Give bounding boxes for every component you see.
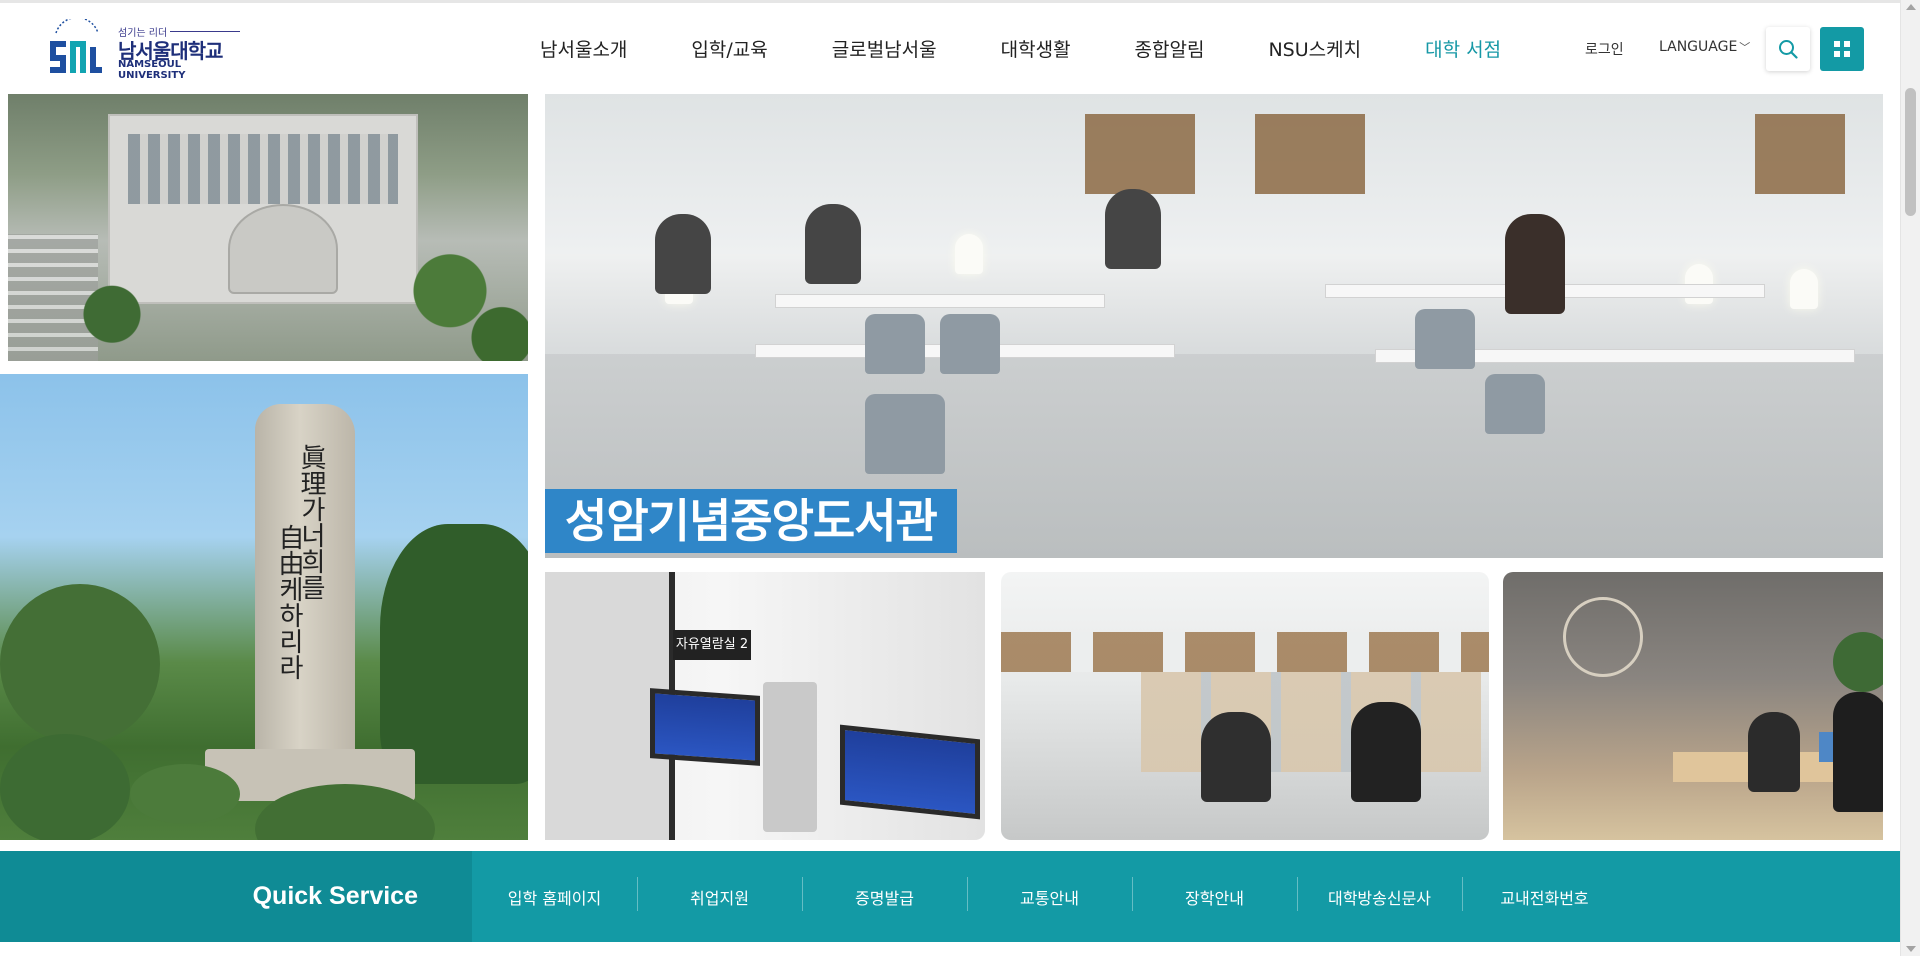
library-wall [545, 94, 1883, 254]
pine-tree [380, 524, 528, 784]
student [1351, 702, 1421, 802]
quick-item-admission-site[interactable]: 입학 홈페이지 [472, 885, 637, 909]
scroll-down-arrow-icon[interactable] [1906, 946, 1916, 952]
nav-item-about[interactable]: 남서울소개 [540, 35, 627, 62]
campus-aerial-photo [8, 94, 528, 361]
language-select[interactable]: LANGUAGE ﹀ [1659, 39, 1750, 55]
desk-lamp [1790, 269, 1818, 309]
logo-name-en: NAMSEOUL UNIVERSITY [118, 59, 186, 81]
student [655, 214, 711, 294]
quick-service-list: 입학 홈페이지 취업지원 증명발급 교통안내 장학안내 대학방송신문사 교내전화… [472, 851, 1627, 942]
bush [130, 764, 240, 824]
chair [865, 314, 925, 374]
chair [865, 394, 945, 474]
nav-item-notices[interactable]: 종합알림 [1135, 35, 1205, 62]
tree [0, 584, 160, 744]
window-blind [1085, 114, 1195, 194]
login-link[interactable]: 로그인 [1585, 39, 1624, 59]
nav-item-bookstore[interactable]: 대학 서점 [1425, 35, 1501, 62]
nav-item-campus-life[interactable]: 대학생활 [1001, 35, 1071, 62]
search-button[interactable] [1766, 27, 1810, 71]
page-scrollbar[interactable] [1900, 0, 1920, 956]
plant [1833, 632, 1883, 692]
main-navigation: 남서울소개 입학/교육 글로벌남서울 대학생활 종합알림 NSU스케치 대학 서… [540, 3, 1565, 94]
quick-item-certificates[interactable]: 증명발급 [802, 876, 967, 911]
desk-lamp [955, 234, 983, 274]
campus-trees [8, 244, 528, 361]
window-blinds [1001, 632, 1489, 672]
library-caption: 성암기념중앙도서관 [545, 489, 957, 553]
monument-stone-photo: 眞理가너희를 自由케하리라 [0, 374, 528, 840]
window-blind [1255, 114, 1365, 194]
chair [1485, 374, 1545, 434]
bush [0, 734, 130, 840]
student [1505, 214, 1565, 314]
site-logo[interactable]: 섬기는 리더 남서울대학교 NAMSEOUL UNIVERSITY [48, 17, 240, 81]
stone-inscription-left: 自由케하리라 [274, 524, 304, 680]
sitemap-button[interactable] [1820, 27, 1864, 71]
quick-item-career-support[interactable]: 취업지원 [637, 876, 802, 911]
nav-item-sketch[interactable]: NSU스케치 [1268, 35, 1361, 62]
quick-item-transport[interactable]: 교통안내 [967, 876, 1132, 911]
student [1201, 712, 1271, 802]
quick-item-broadcasting[interactable]: 대학방송신문사 [1297, 876, 1462, 911]
chevron-down-icon: ﹀ [1739, 41, 1751, 54]
hero-collage: 眞理가너희를 自由케하리라 성암기념중앙도서관 자유열람실 2 [0, 94, 1900, 846]
language-label: LANGUAGE [1659, 39, 1738, 55]
kiosk-screen [650, 688, 760, 766]
student [805, 204, 861, 284]
library-cafe-photo [1503, 572, 1883, 840]
scrollbar-thumb[interactable] [1905, 88, 1916, 216]
quick-service-bar: Quick Service 입학 홈페이지 취업지원 증명발급 교통안내 장학안… [0, 851, 1900, 942]
kiosk-scanner [763, 682, 817, 832]
scroll-up-arrow-icon[interactable] [1906, 4, 1916, 10]
nsu-logo-mark-icon [50, 19, 102, 73]
quick-item-phonebook[interactable]: 교내전화번호 [1462, 876, 1627, 911]
study-carrels-photo [1001, 572, 1489, 840]
nav-item-admission[interactable]: 입학/교육 [691, 35, 767, 62]
cafe-logo [1563, 597, 1643, 677]
window-blind [1755, 114, 1845, 194]
search-icon [1779, 40, 1798, 59]
logo-slogan-rule [170, 31, 240, 32]
kiosk-screen [840, 724, 980, 820]
student [1105, 189, 1161, 269]
chair [1415, 309, 1475, 369]
site-header: 섬기는 리더 남서울대학교 NAMSEOUL UNIVERSITY 남서울소개 … [0, 3, 1900, 94]
study-carrels [1141, 672, 1481, 772]
student [1833, 692, 1883, 812]
quick-item-scholarship[interactable]: 장학안내 [1132, 876, 1297, 911]
student [1748, 712, 1800, 792]
building-windows [128, 134, 398, 204]
nav-item-global[interactable]: 글로벌남서울 [832, 35, 937, 62]
seat-kiosk-photo: 자유열람실 2 [545, 572, 985, 840]
grid-icon [1834, 41, 1850, 57]
reading-room-sign: 자유열람실 2 [673, 630, 751, 660]
chair [940, 314, 1000, 374]
quick-service-title: Quick Service [0, 851, 472, 942]
desk [775, 294, 1105, 308]
